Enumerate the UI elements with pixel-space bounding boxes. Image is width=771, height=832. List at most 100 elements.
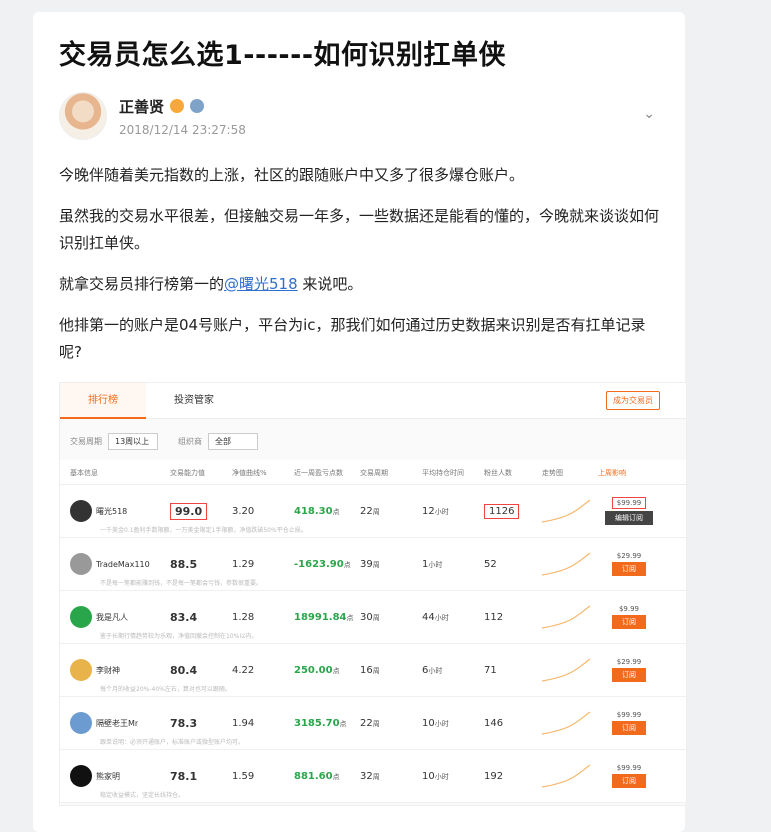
weeks-unit: 周 xyxy=(372,507,380,516)
avatar[interactable] xyxy=(59,92,107,140)
score-cell: 78.3 xyxy=(170,717,232,730)
weekly-points: -1623.90 xyxy=(294,558,344,570)
sparkline-path xyxy=(542,605,590,629)
user-mention-link[interactable]: @曙光518 xyxy=(224,275,298,293)
trader-cell: 曙光518 xyxy=(70,500,170,522)
ratio-cell: 1.59 xyxy=(232,770,255,782)
post-title: 交易员怎么选1------如何识别扛单侠 xyxy=(59,40,507,71)
column-header: 走势图 xyxy=(542,469,563,477)
points-cell: 250.00点 xyxy=(294,665,360,676)
hold-time: 10 xyxy=(422,717,435,729)
level-badge-icon xyxy=(190,99,205,113)
hold-cell: 10小时 xyxy=(422,718,484,729)
weekly-points: 3185.70 xyxy=(294,717,340,729)
points-cell: 418.30点 xyxy=(294,506,360,517)
weeks-cell: 16周 xyxy=(360,665,422,676)
hold-unit: 小时 xyxy=(428,666,443,675)
trader-score: 83.4 xyxy=(170,610,198,624)
trader-avatar xyxy=(70,500,92,522)
screenshot-tabs: 排行榜 投资管家 成为交易员 xyxy=(60,383,686,419)
hold-cell: 10小时 xyxy=(422,771,484,782)
ratio-cell: 1.94 xyxy=(232,717,255,729)
paragraph-text: 就拿交易员排行榜第一的 xyxy=(59,275,225,293)
trader-note: 跟单说明：必须开通账户，标准账户或微型账户均可。 xyxy=(100,739,245,746)
hold-unit: 小时 xyxy=(428,560,443,569)
weeks-cell: 22周 xyxy=(360,718,422,729)
weekly-points: 418.30 xyxy=(294,505,333,517)
fans-cell: 112 xyxy=(484,612,542,623)
trader-avatar xyxy=(70,712,92,734)
trade-weeks: 39 xyxy=(360,558,373,570)
points-cell: 3185.70点 xyxy=(294,718,360,729)
trader-name: 李财神 xyxy=(96,665,120,675)
column-header: 交易周期 xyxy=(360,469,388,477)
trader-name: 曙光518 xyxy=(96,506,128,516)
period-select: 13周以上 xyxy=(108,433,158,450)
table-header: 基本信息 交易能力值 净值曲线% 近一周盈亏点数 交易周期 平均持仓时间 粉丝人… xyxy=(60,460,686,485)
score-cell: 83.4 xyxy=(170,611,232,624)
column-header: 粉丝人数 xyxy=(484,469,512,477)
fans-cell: 146 xyxy=(484,718,542,729)
hold-unit: 小时 xyxy=(434,613,449,622)
verified-badge-icon xyxy=(170,99,185,113)
trend-sparkline xyxy=(542,658,590,682)
sub-price: $99.99 xyxy=(611,497,647,509)
score-cell: 78.1 xyxy=(170,770,232,783)
table-row: 隔壁老王Mr 78.3 1.94 3185.70点 22周 10小时 146 $99.99 订阅… xyxy=(60,697,686,750)
fans-cell: 71 xyxy=(484,665,542,676)
trader-cell: TradeMax110 xyxy=(70,553,170,575)
weekly-points: 18991.84 xyxy=(294,611,347,623)
subscribe-cell: $9.99 订阅 xyxy=(598,605,660,629)
embedded-screenshot: 排行榜 投资管家 成为交易员 交易周期 13周以上 组织商 全部 基本信息 交易… xyxy=(59,382,687,806)
points-unit: 点 xyxy=(339,719,347,728)
post-timestamp: 2018/12/14 23:27:58 xyxy=(119,122,246,137)
trader-note: 稳定收益模式，坚定长线持仓。 xyxy=(100,792,185,799)
points-unit: 点 xyxy=(332,772,340,781)
author-block: 正善贤 2018/12/14 23:27:58 ⌄ xyxy=(59,92,659,140)
subscribe-button: 订阅 xyxy=(612,774,646,788)
trend-sparkline xyxy=(542,764,590,788)
fans-cell: 1126 xyxy=(484,503,542,519)
hold-cell: 1小时 xyxy=(422,559,484,570)
trader-score: 99.0 xyxy=(170,502,208,520)
trend-sparkline xyxy=(542,605,590,629)
weeks-unit: 周 xyxy=(372,613,380,622)
subscribe-cell: $99.99 订阅 xyxy=(598,764,660,788)
ratio-cell: 1.28 xyxy=(232,611,255,623)
tab-invest-manager: 投资管家 xyxy=(174,394,214,406)
weeks-cell: 39周 xyxy=(360,559,422,570)
trader-name: 熊家明 xyxy=(96,771,120,781)
sparkline-path xyxy=(542,552,590,576)
tab-ranking: 排行榜 xyxy=(60,383,146,419)
subscribe-cell: $99.99 编辑订阅 xyxy=(598,497,660,525)
fans-count: 71 xyxy=(484,664,497,676)
subscribe-button: 订阅 xyxy=(612,668,646,682)
sparkline-path xyxy=(542,658,590,682)
chevron-down-icon[interactable]: ⌄ xyxy=(643,106,655,122)
column-header: 净值曲线% xyxy=(232,469,267,477)
weeks-cell: 30周 xyxy=(360,612,422,623)
ranking-table: 曙光518 99.0 3.20 418.30点 22周 12小时 1126 $99.99 编辑订… xyxy=(60,485,686,803)
hold-time: 12 xyxy=(422,505,435,517)
column-header: 平均持仓时间 xyxy=(422,469,464,477)
trade-weeks: 30 xyxy=(360,611,373,623)
trader-score: 78.3 xyxy=(170,716,198,730)
trend-sparkline xyxy=(542,499,590,523)
ratio-cell: 1.29 xyxy=(232,558,255,570)
paragraph-text: 来说吧。 xyxy=(297,275,363,293)
subscribe-button: 订阅 xyxy=(612,721,646,735)
paragraph: 虽然我的交易水平很差，但接触交易一年多，一些数据还是能看的懂的，今晚就来谈谈如何… xyxy=(59,207,660,252)
subscribe-cell: $29.99 订阅 xyxy=(598,552,660,576)
sub-price: $29.99 xyxy=(616,552,642,560)
trader-avatar xyxy=(70,553,92,575)
trader-note: 不是每一笔都能赚到钱，不是每一笔都会亏钱，参数很重要。 xyxy=(100,580,263,587)
fans-count: 112 xyxy=(484,611,504,623)
post-card: 交易员怎么选1------如何识别扛单侠 正善贤 2018/12/14 23:2… xyxy=(33,12,687,832)
author-name[interactable]: 正善贤 xyxy=(119,96,164,117)
subscribe-button: 订阅 xyxy=(612,615,646,629)
fans-count: 192 xyxy=(484,770,504,782)
table-row: 熊家明 78.1 1.59 881.60点 32周 10小时 192 $99.99 订阅 稳定收益… xyxy=(60,750,686,803)
trader-name: 隔壁老王Mr xyxy=(96,718,139,728)
trader-score: 78.1 xyxy=(170,769,198,783)
score-cell: 88.5 xyxy=(170,558,232,571)
